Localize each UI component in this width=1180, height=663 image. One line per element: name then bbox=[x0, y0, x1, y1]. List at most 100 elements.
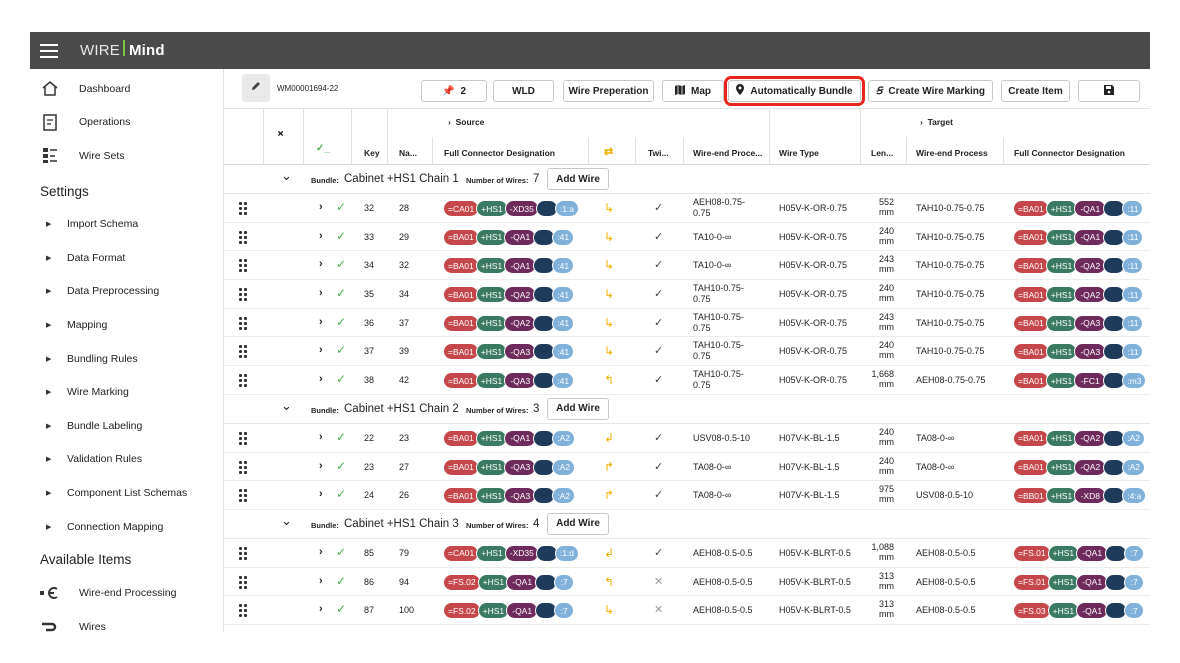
pin-button[interactable]: 📌 2 bbox=[421, 80, 487, 102]
pin-pill[interactable]: :11 bbox=[1122, 314, 1144, 332]
pin-pill[interactable]: :7 bbox=[1124, 544, 1145, 562]
drag-handle-icon[interactable] bbox=[239, 431, 247, 445]
location-pill[interactable]: =BA01 bbox=[443, 257, 479, 275]
device-pill[interactable]: -XD35 bbox=[504, 200, 539, 217]
col-tgt-connector[interactable]: Full Connector Designation bbox=[1014, 148, 1125, 158]
installation-pill[interactable]: +HS1 bbox=[475, 458, 508, 476]
device-pill[interactable]: -QA3 bbox=[504, 458, 537, 476]
installation-pill[interactable]: +HS1 bbox=[1047, 602, 1080, 620]
device-pill[interactable]: -XD35 bbox=[504, 544, 539, 562]
sidebar-item-wire-sets[interactable]: Wire Sets bbox=[30, 139, 223, 173]
table-row[interactable]: › ✓ 87 100 =FS.02 +HS1 -QA1:7 ↳ ✕ AEH08-0.5-0.5 H0… bbox=[224, 596, 1150, 625]
table-row[interactable]: › ✓ 36 37 =BA01 +HS1 -QA2:41 ↳ ✓ TAH10-0.75- 0.75 H… bbox=[224, 309, 1150, 338]
sidebar-item-bundle-labeling[interactable]: ▶ Bundle Labeling bbox=[30, 409, 223, 443]
device-pill[interactable]: -QA1 bbox=[504, 228, 537, 246]
pin-pill[interactable]: :A2 bbox=[1122, 458, 1146, 476]
device-pill[interactable]: -QA3 bbox=[1074, 314, 1107, 332]
chevron-right-icon[interactable]: › bbox=[319, 344, 323, 356]
pin-pill[interactable]: :41 bbox=[552, 257, 575, 275]
pin-pill[interactable]: :11 bbox=[1122, 343, 1144, 361]
pin-pill[interactable]: :4:a bbox=[1122, 487, 1147, 505]
map-button[interactable]: Map bbox=[662, 80, 724, 102]
location-pill[interactable]: =BA01 bbox=[1013, 257, 1049, 275]
sidebar-item-data-preprocessing[interactable]: ▶ Data Preprocessing bbox=[30, 275, 223, 309]
drag-handle-icon[interactable] bbox=[239, 316, 247, 330]
chevron-right-icon[interactable]: › bbox=[319, 373, 323, 385]
installation-pill[interactable]: +HS1 bbox=[1045, 458, 1078, 476]
location-pill[interactable]: =BA01 bbox=[443, 286, 479, 304]
location-pill[interactable]: =BA01 bbox=[1013, 228, 1049, 246]
save-button[interactable] bbox=[1078, 80, 1140, 102]
location-pill[interactable]: =BA01 bbox=[443, 228, 479, 246]
table-row[interactable]: › ✓ 86 94 =FS.02 +HS1 -QA1:7 ↰ ✕ AEH08-0.5-0.5 H05… bbox=[224, 568, 1150, 597]
location-pill[interactable]: =BA01 bbox=[443, 487, 479, 505]
location-pill[interactable]: =BA01 bbox=[443, 429, 479, 447]
col-name[interactable]: Na... bbox=[399, 148, 417, 158]
chevron-down-icon[interactable]: ⌄ bbox=[281, 168, 292, 184]
installation-pill[interactable]: +HS1 bbox=[1045, 429, 1078, 447]
edit-button[interactable] bbox=[242, 74, 270, 102]
device-pill[interactable]: -QA3 bbox=[1074, 343, 1107, 361]
installation-pill[interactable]: +HS1 bbox=[1045, 200, 1078, 217]
target-expand[interactable]: › Target bbox=[920, 117, 953, 127]
device-pill[interactable]: -QA2 bbox=[504, 286, 537, 304]
col-src-process[interactable]: Wire-end Proce... bbox=[693, 148, 762, 158]
installation-pill[interactable]: +HS1 bbox=[475, 228, 508, 246]
pin-pill[interactable]: :A2 bbox=[1122, 429, 1146, 447]
table-row[interactable]: › ✓ 35 34 =BA01 +HS1 -QA2:41 ↳ ✓ TAH10-0.75- 0.75 H… bbox=[224, 280, 1150, 309]
drag-handle-icon[interactable] bbox=[239, 460, 247, 474]
location-pill[interactable]: =BA01 bbox=[443, 458, 479, 476]
sidebar-item-connection-mapping[interactable]: ▶ Connection Mapping bbox=[30, 510, 223, 544]
drag-handle-icon[interactable] bbox=[239, 202, 247, 215]
device-pill[interactable]: -QA2 bbox=[1074, 286, 1107, 304]
installation-pill[interactable]: +HS1 bbox=[475, 372, 508, 390]
device-pill[interactable]: -QA1 bbox=[1074, 200, 1107, 217]
pin-pill[interactable]: :11 bbox=[1122, 286, 1144, 304]
col-src-connector[interactable]: Full Connector Designation bbox=[444, 148, 555, 158]
installation-pill[interactable]: +HS1 bbox=[475, 314, 508, 332]
device-pill[interactable]: -QA2 bbox=[504, 314, 537, 332]
installation-pill[interactable]: +HS1 bbox=[475, 286, 508, 304]
chevron-down-icon[interactable]: ⌄ bbox=[281, 513, 292, 529]
drag-handle-icon[interactable] bbox=[239, 259, 247, 273]
installation-pill[interactable]: +HS1 bbox=[1045, 228, 1078, 246]
location-pill[interactable]: =CA01 bbox=[443, 544, 480, 562]
drag-handle-icon[interactable] bbox=[239, 489, 247, 503]
col-key[interactable]: Key bbox=[364, 148, 380, 158]
pin-pill[interactable]: :7 bbox=[554, 602, 575, 620]
location-pill[interactable]: =FS.02 bbox=[443, 602, 481, 620]
installation-pill[interactable]: +HS1 bbox=[1047, 573, 1080, 591]
chevron-right-icon[interactable]: › bbox=[319, 258, 323, 270]
table-row[interactable]: › ✓ 85 79 =CA01 +HS1 -XD35:1:d ↲ ✓ AEH08-0.5-0.5 H… bbox=[224, 539, 1150, 568]
pin-pill[interactable]: :41 bbox=[552, 343, 575, 361]
pin-pill[interactable]: :11 bbox=[1122, 200, 1144, 217]
location-pill[interactable]: =BA01 bbox=[1013, 200, 1049, 217]
sidebar-item-bundling-rules[interactable]: ▶ Bundling Rules bbox=[30, 342, 223, 376]
create-wire-marking-button[interactable]: Ꞩ Create Wire Marking bbox=[868, 80, 993, 102]
chevron-right-icon[interactable]: › bbox=[319, 201, 323, 213]
pin-pill[interactable]: :7 bbox=[1124, 573, 1145, 591]
chevron-right-icon[interactable]: › bbox=[319, 230, 323, 242]
sidebar-item-data-format[interactable]: ▶ Data Format bbox=[30, 241, 223, 275]
installation-pill[interactable]: +HS1 bbox=[1045, 286, 1078, 304]
pin-pill[interactable]: :A2 bbox=[552, 487, 576, 505]
chevron-right-icon[interactable]: › bbox=[319, 460, 323, 472]
drag-handle-icon[interactable] bbox=[239, 230, 247, 244]
sidebar-item-mapping[interactable]: ▶ Mapping bbox=[30, 308, 223, 342]
installation-pill[interactable]: +HS1 bbox=[1045, 257, 1078, 275]
table-row[interactable]: › ✓ 24 26 =BA01 +HS1 -QA3:A2 ↱ ✓ TA08-0-∞ H07V-K-B… bbox=[224, 481, 1150, 510]
create-item-button[interactable]: Create Item bbox=[1001, 80, 1070, 102]
installation-pill[interactable]: +HS1 bbox=[477, 602, 510, 620]
device-pill[interactable]: -QA2 bbox=[1074, 458, 1107, 476]
add-wire-button[interactable]: Add Wire bbox=[547, 512, 609, 535]
col-twist[interactable]: Twi... bbox=[648, 148, 669, 158]
automatically-bundle-button[interactable]: Automatically Bundle bbox=[724, 76, 865, 106]
location-pill[interactable]: =BA01 bbox=[1013, 372, 1049, 390]
table-row[interactable]: › ✓ 38 42 =BA01 +HS1 -QA3:41 ↰ ✓ TAH10-0.75- 0.75 H… bbox=[224, 366, 1150, 395]
pin-pill[interactable]: :1:d bbox=[554, 544, 580, 562]
drag-handle-icon[interactable] bbox=[239, 374, 247, 388]
chevron-right-icon[interactable]: › bbox=[319, 316, 323, 328]
sidebar-item-component-list-schemas[interactable]: ▶ Component List Schemas bbox=[30, 476, 223, 510]
wire-preparation-button[interactable]: Wire Preperation bbox=[563, 80, 654, 102]
pin-pill[interactable]: :11 bbox=[1122, 257, 1144, 275]
